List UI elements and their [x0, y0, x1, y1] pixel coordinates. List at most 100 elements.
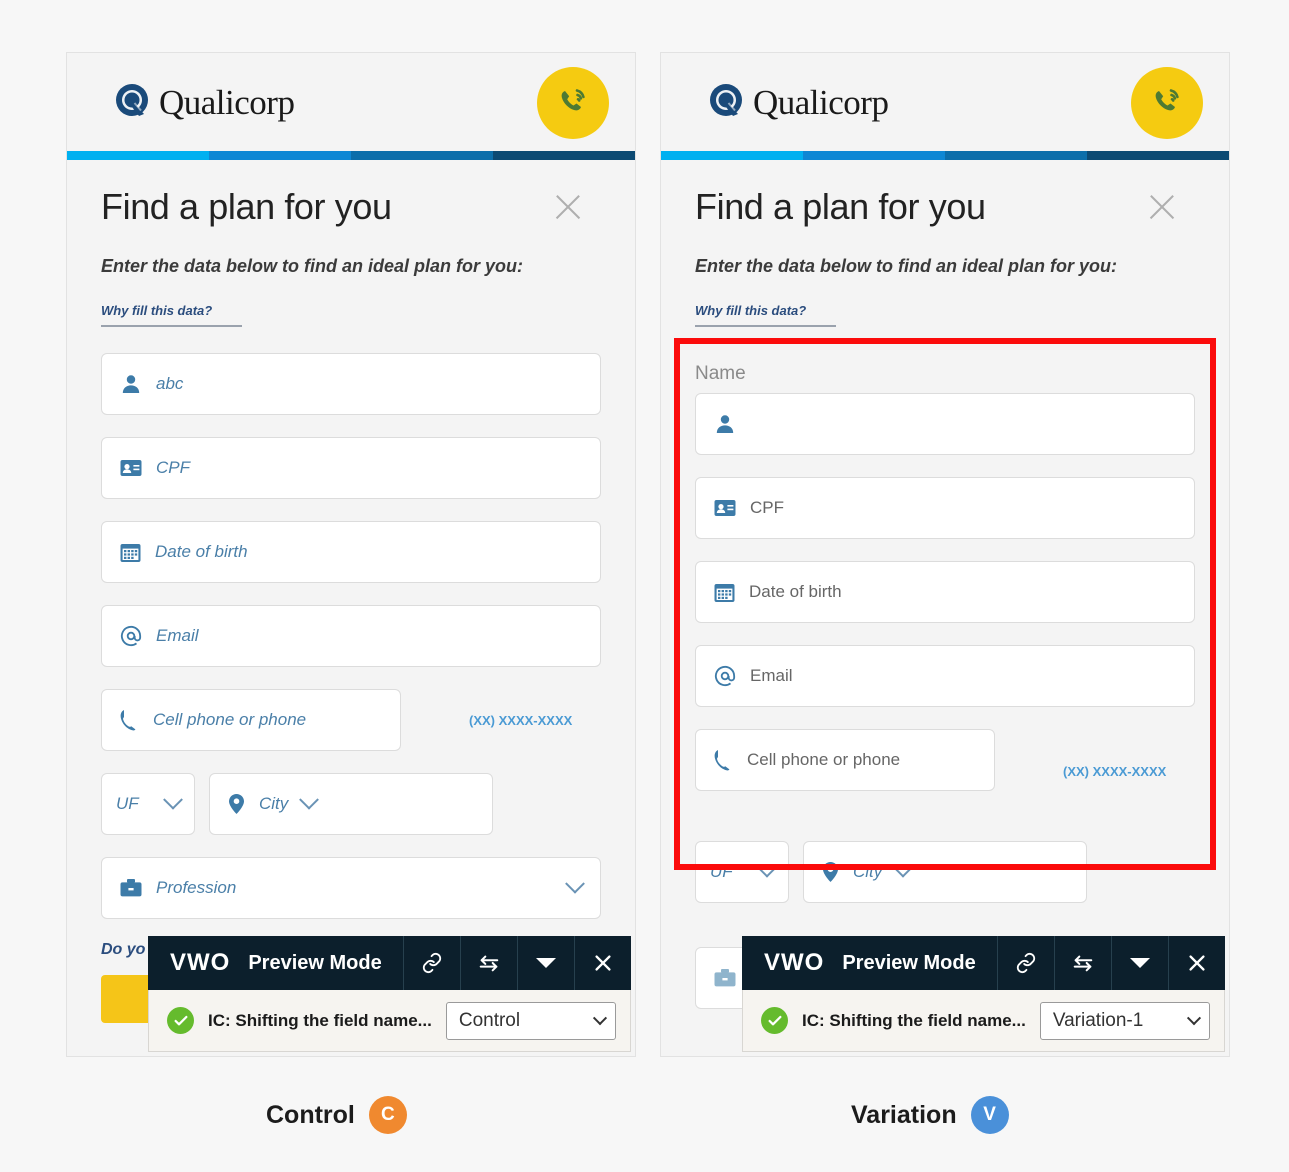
vwo-toolbar: VWO Preview Mode [148, 936, 631, 990]
calendar-icon [714, 582, 735, 603]
at-sign-icon [120, 625, 142, 647]
control-badge: C [368, 1096, 407, 1134]
phone-format-hint: (XX) XXXX-XXXX [1063, 763, 1167, 779]
check-circle-icon [167, 1007, 194, 1034]
accent-segment-4 [493, 151, 635, 160]
qualicorp-logo: Qualicorp [113, 82, 295, 122]
date-of-birth-field-placeholder: Date of birth [155, 542, 248, 561]
why-fill-this-data-link[interactable]: Why fill this data? [695, 303, 837, 327]
close-icon[interactable] [1145, 190, 1179, 224]
vwo-toolbar: VWO Preview Mode [742, 936, 1225, 990]
vwo-tool-group [403, 936, 631, 990]
cell-phone-field[interactable]: Cell phone or phone [101, 689, 401, 751]
control-caption-text: Control [266, 1100, 355, 1129]
modal-title-row: Find a plan for you [101, 160, 601, 228]
accent-progress-bar [661, 151, 1229, 160]
accent-segment-2 [803, 151, 945, 160]
vwo-variation-select[interactable]: Control [445, 1001, 616, 1040]
close-icon[interactable] [1168, 936, 1225, 990]
phone-call-button[interactable] [1131, 67, 1203, 139]
vwo-experiment-row: IC: Shifting the field name... Control [148, 990, 631, 1052]
chevron-down-icon[interactable] [1111, 936, 1168, 990]
id-card-icon [120, 459, 142, 477]
vwo-logo: VWO [764, 949, 825, 976]
check-circle-icon [761, 1007, 788, 1034]
phone-row: Cell phone or phone (XX) XXXX-XXXX [695, 729, 1195, 813]
vwo-variation-select-value: Variation-1 [1052, 1009, 1144, 1031]
phone-ringing-icon [553, 81, 593, 126]
swap-arrows-icon[interactable] [460, 936, 517, 990]
qualicorp-q-logo-icon [707, 82, 747, 122]
variation-caption: Variation V [851, 1096, 1009, 1134]
page-title: Find a plan for you [101, 186, 392, 227]
accent-progress-bar [67, 151, 635, 160]
qualicorp-wordmark: Qualicorp [159, 82, 295, 122]
date-of-birth-field[interactable]: Date of birth [101, 521, 601, 583]
accent-segment-1 [661, 151, 803, 160]
profession-select[interactable]: Profession [101, 857, 601, 919]
phone-row: Cell phone or phone (XX) XXXX-XXXX [101, 689, 601, 751]
briefcase-icon [714, 968, 736, 988]
modal-subtitle: Enter the data below to find an ideal pl… [101, 256, 524, 276]
vwo-variation-select[interactable]: Variation-1 [1039, 1001, 1210, 1040]
chevron-down-icon [592, 1010, 608, 1025]
vwo-logo: VWO [170, 949, 231, 976]
vwo-tool-group [997, 936, 1225, 990]
vwo-preview-bar-control: VWO Preview Mode IC: Shifting the field … [148, 936, 631, 1052]
close-icon[interactable] [574, 936, 631, 990]
chevron-down-icon [757, 857, 777, 878]
qualicorp-wordmark: Qualicorp [753, 82, 889, 122]
cell-phone-field[interactable]: Cell phone or phone [695, 729, 995, 791]
variation-badge: V [970, 1096, 1009, 1134]
name-field[interactable] [695, 393, 1195, 455]
name-field-value: abc [156, 374, 184, 393]
phone-format-hint: (XX) XXXX-XXXX [469, 712, 573, 728]
chevron-down-icon [163, 789, 183, 810]
vwo-experiment-row: IC: Shifting the field name... Variation… [742, 990, 1225, 1052]
uf-select[interactable]: UF [101, 773, 195, 835]
link-icon[interactable] [403, 936, 460, 990]
vwo-experiment-name: IC: Shifting the field name... [802, 1010, 1026, 1030]
uf-select[interactable]: UF [695, 841, 789, 903]
chevron-down-icon [1186, 1010, 1202, 1025]
qualicorp-q-logo-icon [113, 82, 153, 122]
modal-title-row: Find a plan for you [695, 160, 1195, 228]
variation-panel: Qualicorp Find a plan for you Enter the … [660, 52, 1230, 1057]
name-group-label: Name [695, 363, 746, 384]
calendar-icon [120, 542, 141, 563]
vwo-experiment-name: IC: Shifting the field name... [208, 1010, 432, 1030]
city-select[interactable]: City [209, 773, 493, 835]
variation-badge-letter: V [983, 1104, 996, 1125]
chevron-down-icon [893, 857, 914, 878]
city-select-label: City [853, 862, 883, 881]
phone-icon [120, 709, 139, 731]
swap-arrows-icon[interactable] [1054, 936, 1111, 990]
email-field[interactable]: Email [101, 605, 601, 667]
date-of-birth-field[interactable]: Date of birth [695, 561, 1195, 623]
cpf-field-placeholder: CPF [156, 458, 190, 477]
brand-header: Qualicorp [67, 53, 635, 151]
control-modal-body: Find a plan for you Enter the data below… [67, 160, 635, 1056]
email-field-placeholder: Email [750, 666, 793, 685]
chevron-down-icon[interactable] [517, 936, 574, 990]
cell-phone-field-placeholder: Cell phone or phone [153, 710, 307, 729]
uf-select-label: UF [710, 862, 733, 881]
city-select[interactable]: City [803, 841, 1087, 903]
modal-subtitle: Enter the data below to find an ideal pl… [695, 256, 1118, 276]
variation-caption-text: Variation [851, 1100, 957, 1129]
cpf-field[interactable]: CPF [101, 437, 601, 499]
chevron-down-icon [565, 873, 585, 894]
control-badge-letter: C [381, 1104, 395, 1125]
close-icon[interactable] [551, 190, 585, 224]
map-pin-icon [822, 861, 839, 883]
name-field[interactable]: abc [101, 353, 601, 415]
email-field[interactable]: Email [695, 645, 1195, 707]
link-icon[interactable] [997, 936, 1054, 990]
vwo-preview-bar-variation: VWO Preview Mode IC: Shifting the field … [742, 936, 1225, 1052]
why-fill-this-data-link[interactable]: Why fill this data? [101, 303, 243, 327]
phone-call-button[interactable] [537, 67, 609, 139]
control-caption: Control C [266, 1096, 407, 1134]
cpf-field[interactable]: CPF [695, 477, 1195, 539]
variation-modal-body: Find a plan for you Enter the data below… [661, 160, 1229, 1056]
accent-segment-3 [351, 151, 493, 160]
